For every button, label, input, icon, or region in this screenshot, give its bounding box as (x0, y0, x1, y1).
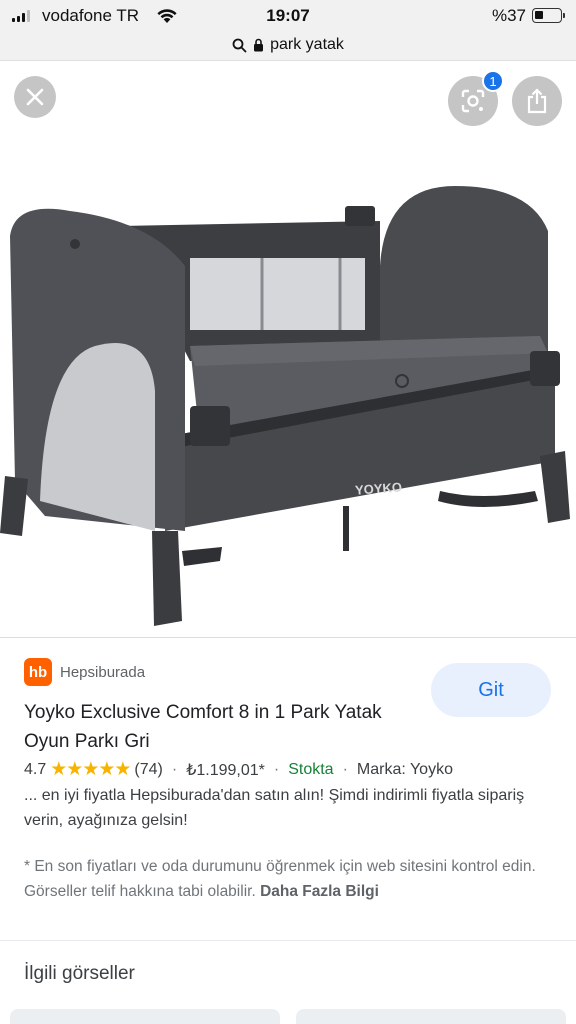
stock-status: Stokta (288, 760, 334, 778)
visit-button[interactable]: Git (431, 663, 551, 717)
product-brand-text: YOYKO (355, 479, 403, 497)
result-description: ... en iyi fiyatla Hepsiburada'dan satın… (24, 787, 525, 829)
result-details: hb Hepsiburada Git Yoyko Exclusive Comfo… (0, 637, 576, 937)
close-icon (26, 88, 44, 106)
status-bar: vodafone TR 19:07 %37 (0, 0, 576, 30)
price: ₺1.199,01* (186, 761, 265, 779)
source-row[interactable]: hb Hepsiburada (24, 658, 145, 686)
brand: Marka: Yoyko (356, 760, 453, 778)
related-images-title: İlgili görseller (24, 963, 135, 984)
meta-row: 4.7 ★★★★★ (74) · ₺1.199,01* · Stokta · M… (24, 759, 453, 780)
close-button[interactable] (14, 76, 56, 118)
address-bar[interactable]: park yatak (0, 30, 576, 60)
battery-percentage: %37 (491, 6, 526, 25)
result-title[interactable]: Yoyko Exclusive Comfort 8 in 1 Park Yata… (24, 698, 424, 756)
disclaimer: * En son fiyatları ve oda durumunu öğren… (24, 854, 554, 904)
review-count: (74) (134, 760, 163, 778)
lock-icon (254, 38, 264, 52)
related-images-section: İlgili görseller (0, 940, 576, 1024)
star-rating-icon: ★★★★★ (50, 759, 131, 780)
clock: 19:07 (266, 6, 310, 25)
search-icon (232, 38, 247, 52)
image-viewer: YOYKO 1 (0, 60, 576, 636)
share-button[interactable] (512, 76, 562, 126)
lens-badge: 1 (482, 70, 504, 92)
related-image-thumbnail[interactable] (10, 1009, 280, 1024)
battery-icon (532, 8, 565, 23)
rating-value: 4.7 (24, 760, 47, 778)
share-icon (527, 88, 547, 114)
product-image[interactable]: YOYKO (0, 121, 576, 641)
source-name: Hepsiburada (60, 663, 146, 681)
hepsiburada-logo-icon: hb (24, 658, 52, 686)
url-text: park yatak (270, 36, 344, 53)
lens-icon (461, 89, 485, 113)
related-image-thumbnail[interactable] (296, 1009, 566, 1024)
more-info-link[interactable]: Daha Fazla Bilgi (260, 883, 379, 900)
